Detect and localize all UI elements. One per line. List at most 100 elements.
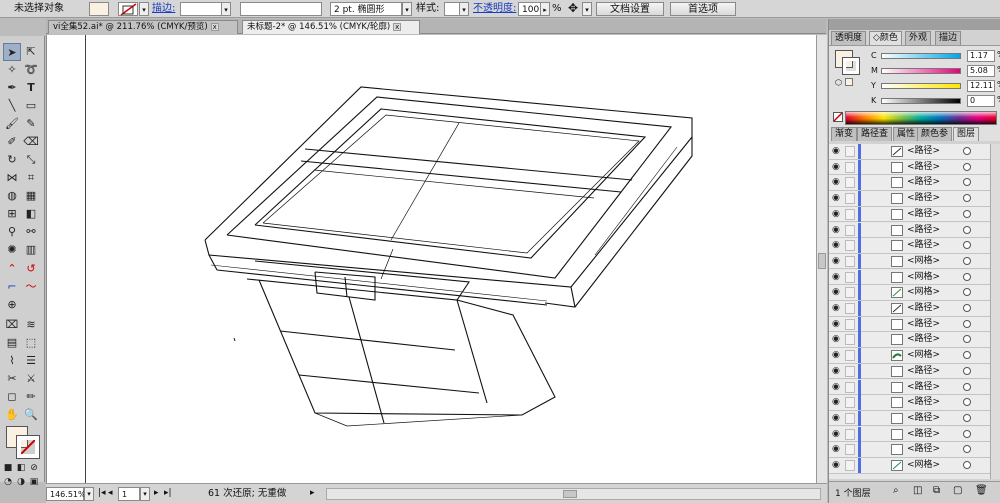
lasso-tool-icon[interactable]: ➰ xyxy=(22,61,40,79)
kiosk-outline-artwork[interactable] xyxy=(47,35,817,483)
live-paint-tool-icon[interactable]: ▤ xyxy=(3,334,21,352)
width-tool-icon[interactable]: ⋈ xyxy=(3,169,21,187)
visibility-eye-icon[interactable]: ◉ xyxy=(832,413,840,424)
lock-toggle[interactable] xyxy=(845,287,855,299)
magic-wand-tool-icon[interactable]: ✧ xyxy=(3,61,21,79)
curve-tool-icon[interactable]: ↺ xyxy=(22,260,40,278)
target-circle-icon[interactable] xyxy=(963,272,971,281)
stroke-label-link[interactable]: 描边: xyxy=(152,2,175,16)
visibility-eye-icon[interactable]: ◉ xyxy=(832,319,840,330)
cyan-slider[interactable] xyxy=(881,53,961,59)
slice-tool-icon[interactable]: ⌇ xyxy=(3,352,21,370)
tab-color[interactable]: ◇颜色 xyxy=(869,31,902,45)
canvas-vertical-scrollbar[interactable] xyxy=(816,35,827,483)
visibility-eye-icon[interactable]: ◉ xyxy=(832,303,840,314)
target-circle-icon[interactable] xyxy=(963,445,971,454)
draw-behind-icon[interactable]: ◑ xyxy=(15,476,27,488)
yellow-slider[interactable] xyxy=(881,83,961,89)
warp-tool-icon[interactable]: ≋ xyxy=(22,316,40,334)
blend-tool-icon[interactable]: ⚯ xyxy=(22,223,40,241)
new-layer-icon[interactable]: ▢ xyxy=(953,485,962,496)
visibility-eye-icon[interactable]: ◉ xyxy=(832,240,840,251)
target-circle-icon[interactable] xyxy=(963,288,971,297)
symbol-sprayer-tool-icon[interactable]: ✺ xyxy=(3,241,21,259)
layer-row[interactable]: ◉ <路径> xyxy=(829,395,1000,411)
target-circle-icon[interactable] xyxy=(963,162,971,171)
color-panel-stroke-box[interactable] xyxy=(842,57,860,75)
tab-document-vi[interactable]: vi全集52.ai* @ 211.76% (CMYK/预览) x xyxy=(48,20,238,34)
scroll-thumb[interactable] xyxy=(563,490,577,498)
lock-toggle[interactable] xyxy=(845,146,855,157)
black-value-field[interactable]: 0 xyxy=(967,95,995,107)
visibility-eye-icon[interactable]: ◉ xyxy=(832,397,840,408)
visibility-eye-icon[interactable]: ◉ xyxy=(832,225,840,236)
target-circle-icon[interactable] xyxy=(963,429,971,438)
zoom-field[interactable]: 146.51% xyxy=(46,487,86,501)
visibility-eye-icon[interactable]: ◉ xyxy=(832,272,840,283)
live-paint-selection-icon[interactable]: ⬚ xyxy=(22,334,40,352)
lock-toggle[interactable] xyxy=(845,412,855,424)
target-circle-icon[interactable] xyxy=(963,225,971,234)
lock-toggle[interactable] xyxy=(845,224,855,236)
lock-toggle[interactable] xyxy=(845,444,855,456)
knife-tool-icon[interactable]: ⚔ xyxy=(22,370,40,388)
target-circle-icon[interactable] xyxy=(963,256,971,265)
visibility-eye-icon[interactable]: ◉ xyxy=(832,334,840,345)
target-circle-icon[interactable] xyxy=(963,194,971,203)
gradient-mode-icon[interactable]: ◧ xyxy=(15,462,27,474)
paintbrush-tool-icon[interactable]: 🖌 xyxy=(3,115,21,133)
cyan-value-field[interactable]: 1.17 xyxy=(967,50,995,62)
screen-mode-icon[interactable]: ▣ xyxy=(28,476,40,488)
rotate-tool-icon[interactable]: ↻ xyxy=(3,151,21,169)
visibility-eye-icon[interactable]: ◉ xyxy=(832,429,840,440)
shape-builder-tool-icon[interactable]: ◍ xyxy=(3,187,21,205)
lock-toggle[interactable] xyxy=(845,271,855,283)
target-circle-icon[interactable] xyxy=(963,366,971,375)
style-dropdown[interactable]: ▾ xyxy=(459,2,469,16)
magenta-value-field[interactable]: 5.08 xyxy=(967,65,995,77)
target-circle-icon[interactable] xyxy=(963,398,971,407)
layers-scrollbar[interactable] xyxy=(990,144,1000,479)
layer-row[interactable]: ◉ <路径> xyxy=(829,316,1000,333)
direct-selection-tool-icon[interactable]: ⇱ xyxy=(22,43,40,61)
layer-row[interactable]: ◉ <路径> xyxy=(829,159,1000,176)
next-artboard-icon[interactable]: ▸ xyxy=(154,487,159,501)
lock-toggle[interactable] xyxy=(845,381,855,393)
layer-row[interactable]: ◉ <网格> xyxy=(829,348,1000,364)
tab-transparency[interactable]: 透明度 xyxy=(831,31,867,45)
reshape-tool-icon[interactable]: 〜 xyxy=(22,278,40,296)
fill-swatch[interactable] xyxy=(89,2,109,16)
tab-layers[interactable]: 图层 xyxy=(953,127,980,141)
last-artboard-icon[interactable]: ▸| xyxy=(164,487,172,501)
color-spectrum-bar[interactable] xyxy=(845,111,997,125)
zoom-tool-icon[interactable]: 🔍 xyxy=(22,406,40,424)
lock-toggle[interactable] xyxy=(845,365,855,377)
target-circle-icon[interactable] xyxy=(963,147,971,155)
target-circle-icon[interactable] xyxy=(963,209,971,218)
new-sublayer-icon[interactable]: ⧉ xyxy=(933,485,940,496)
blob-brush-tool-icon[interactable]: ✐ xyxy=(3,133,21,151)
lock-toggle[interactable] xyxy=(845,334,855,346)
visibility-eye-icon[interactable]: ◉ xyxy=(832,177,840,188)
visibility-eye-icon[interactable]: ◉ xyxy=(832,460,840,471)
mesh-tool-icon[interactable]: ⊞ xyxy=(3,205,21,223)
none-swatch[interactable] xyxy=(833,112,843,122)
visibility-eye-icon[interactable]: ◉ xyxy=(832,287,840,298)
tab-gradient[interactable]: 渐变 xyxy=(831,127,858,141)
gamut-color-chip[interactable] xyxy=(845,78,853,86)
none-mode-icon[interactable]: ⊘ xyxy=(28,462,40,474)
panel-dock-header[interactable] xyxy=(829,19,1000,30)
lock-toggle[interactable] xyxy=(845,397,855,409)
scale-tool-icon[interactable]: ⤡ xyxy=(22,151,40,169)
tab-attributes[interactable]: 属性 xyxy=(893,127,920,141)
type-tool-icon[interactable]: T xyxy=(22,79,40,97)
recolor-dropdown[interactable]: ▾ xyxy=(582,2,592,16)
layer-row[interactable]: ◉ <路径> xyxy=(829,442,1000,458)
target-circle-icon[interactable] xyxy=(963,461,971,469)
target-circle-icon[interactable] xyxy=(963,241,971,250)
layer-row[interactable]: ◉ <路径> xyxy=(829,238,1000,254)
lock-toggle[interactable] xyxy=(845,240,855,252)
layer-row[interactable]: ◉ <路径> xyxy=(829,175,1000,191)
artboard-number-field[interactable]: 1 xyxy=(118,487,140,501)
target-circle-icon[interactable] xyxy=(963,304,971,312)
